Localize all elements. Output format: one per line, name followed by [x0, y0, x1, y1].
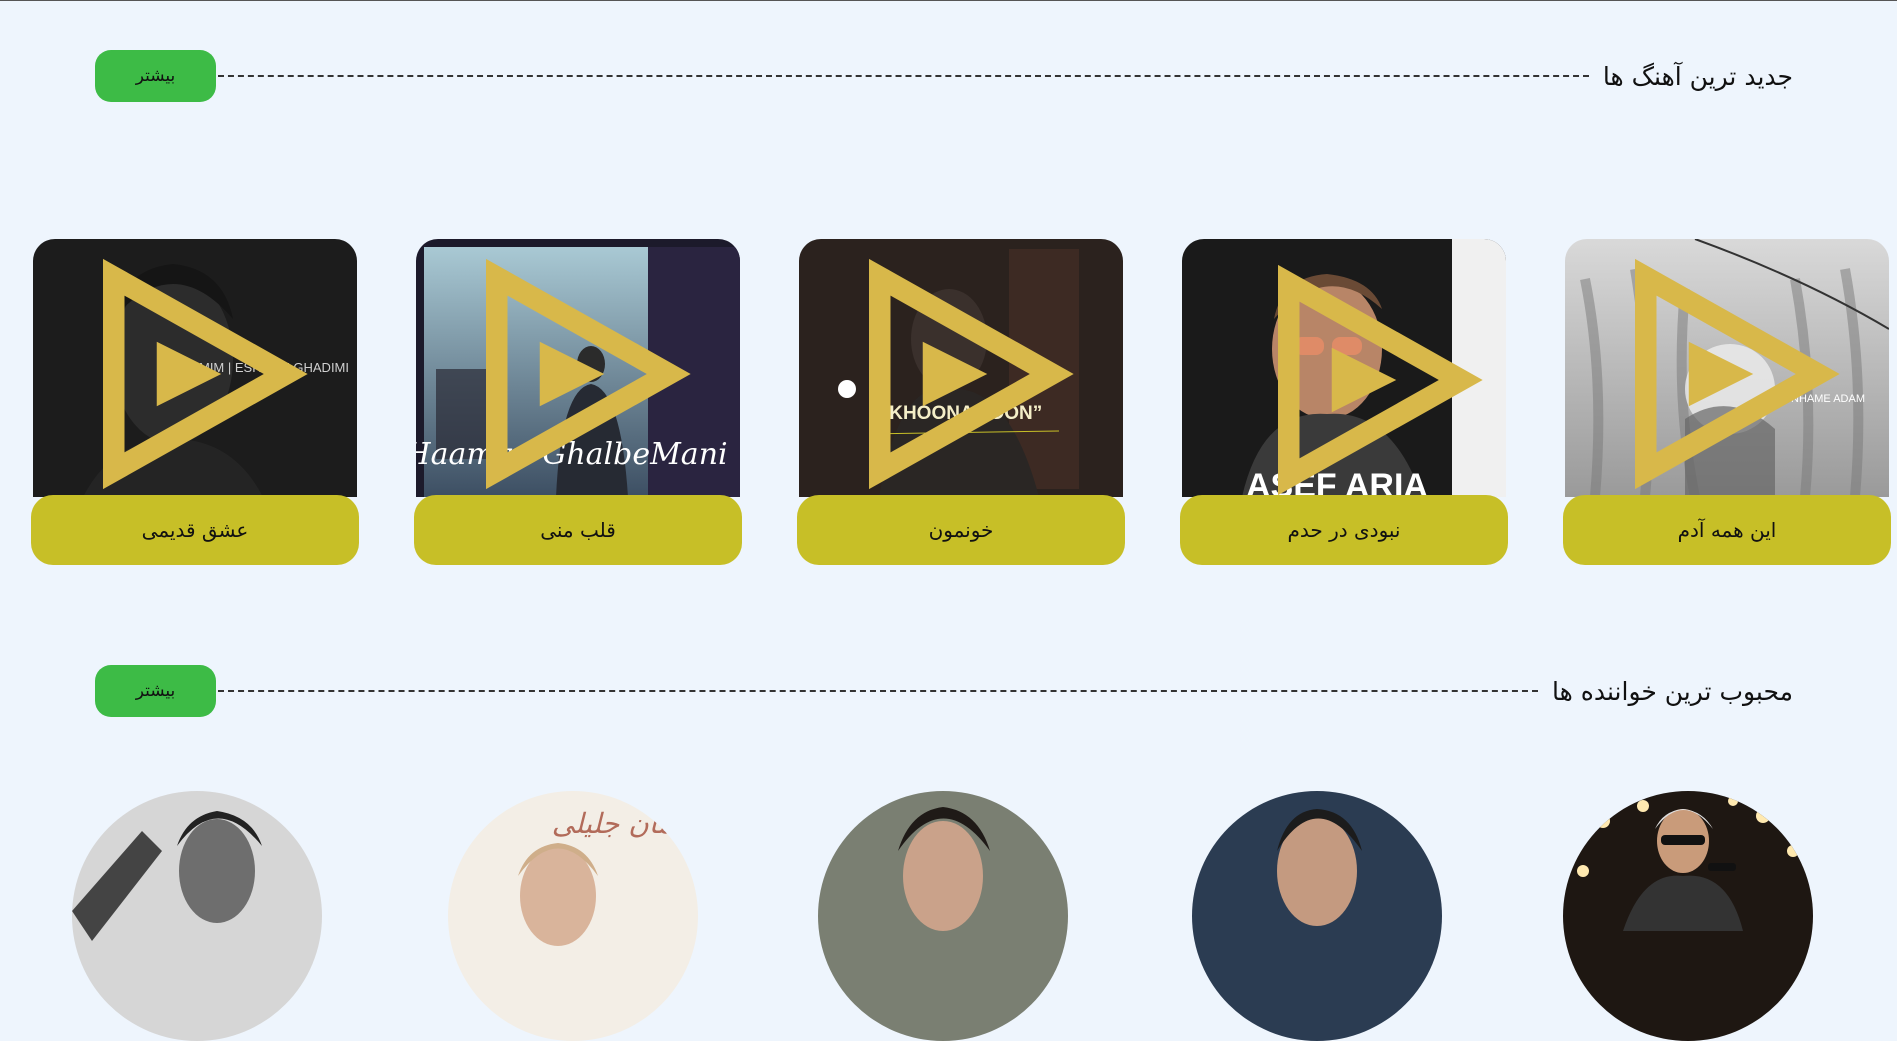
artist-avatar[interactable]: [1563, 791, 1813, 1041]
popular-singers-more-button[interactable]: بیشتر: [95, 665, 216, 717]
play-badge-icon: [1278, 264, 1483, 496]
song-card[interactable]: ASEF ARIA نبودی در حدم: [1180, 239, 1508, 565]
artist-avatar[interactable]: [72, 791, 322, 1041]
song-card[interactable]: HAAMIM | ESHGHE GHADIMI عشق قدیمی: [31, 239, 359, 565]
artist-avatar[interactable]: سامان جلیلی: [448, 791, 698, 1041]
song-card[interactable]: Haamim GhalbeMani قلب منی: [414, 239, 742, 565]
newest-songs-more-button[interactable]: بیشتر: [95, 50, 216, 102]
song-title: نبودی در حدم: [1180, 495, 1508, 565]
song-card[interactable]: INHAME ADAM این همه آدم: [1563, 239, 1891, 565]
play-badge-icon: [869, 258, 1074, 490]
song-cover: INHAME ADAM: [1565, 239, 1889, 497]
song-cover: ASEF ARIA: [1182, 239, 1506, 497]
song-title: عشق قدیمی: [31, 495, 359, 565]
play-badge-icon: [1635, 258, 1840, 490]
newest-songs-header: جدید ترین آهنگ ها بیشتر: [95, 50, 1793, 102]
artist-avatar-text: سامان جلیلی: [552, 807, 698, 840]
song-title: خونمون: [797, 495, 1125, 565]
song-card[interactable]: “KHOONAMOON” خونمون: [797, 239, 1125, 565]
play-badge-icon: [103, 258, 308, 490]
song-cover: HAAMIM | ESHGHE GHADIMI: [33, 239, 357, 497]
newest-songs-title: جدید ترین آهنگ ها: [1602, 61, 1793, 91]
play-badge-icon: [486, 258, 691, 490]
song-cover: Haamim GhalbeMani: [416, 239, 740, 497]
artist-avatar[interactable]: [1192, 791, 1442, 1041]
artist-avatar[interactable]: [818, 791, 1068, 1041]
popular-singers-title: محبوب ترین خواننده ها: [1552, 676, 1793, 706]
song-title: قلب منی: [414, 495, 742, 565]
song-title: این همه آدم: [1563, 495, 1891, 565]
newest-songs-list: INHAME ADAM این همه آدم ASEF ARIA نبودی …: [31, 239, 1891, 565]
popular-singers-header: محبوب ترین خواننده ها بیشتر: [95, 665, 1793, 717]
section-divider: [218, 75, 1589, 77]
song-cover: “KHOONAMOON”: [799, 239, 1123, 497]
popular-singers-list: سامان جلیلی: [0, 791, 1897, 1041]
section-divider: [218, 690, 1539, 692]
